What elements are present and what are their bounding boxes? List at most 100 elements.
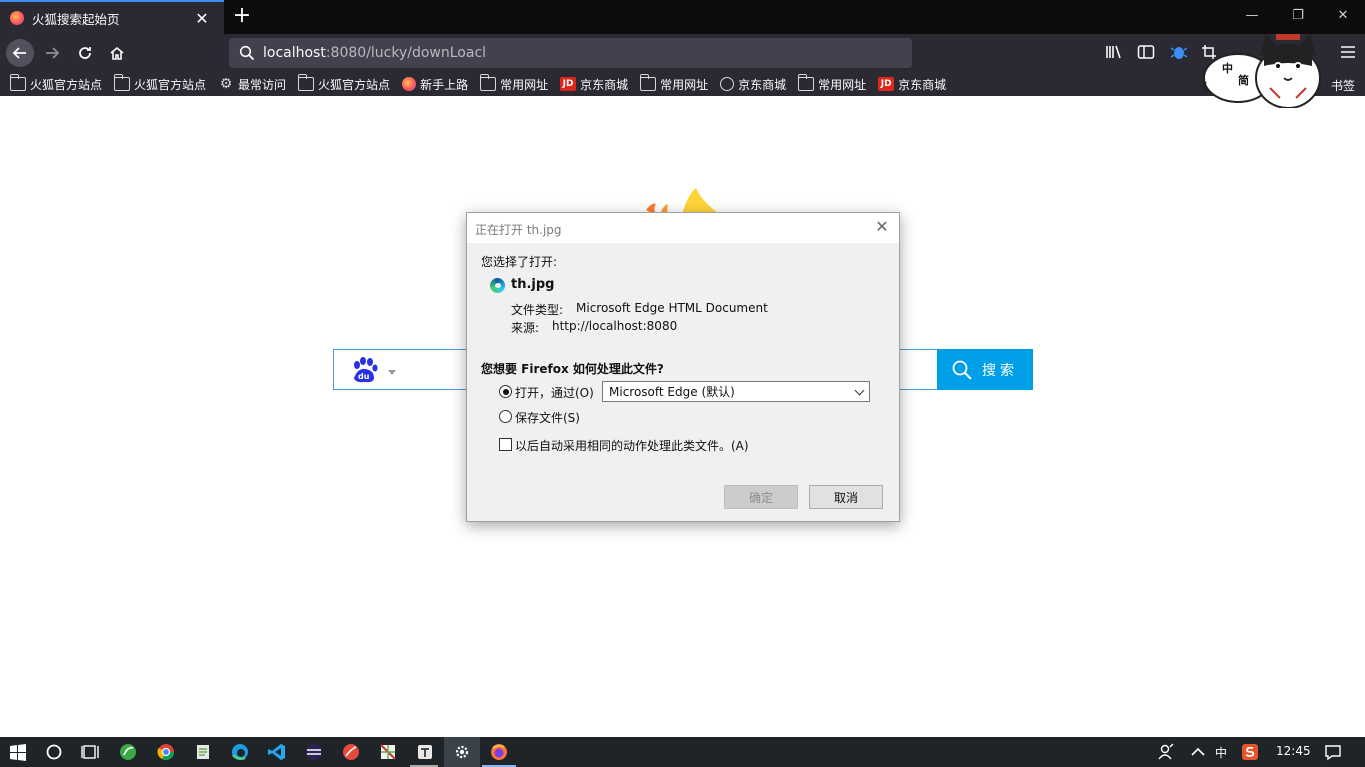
reload-icon [79, 47, 91, 59]
notification-icon[interactable] [1324, 743, 1342, 761]
dialog-titlebar[interactable]: 正在打开 th.jpg ✕ [467, 213, 899, 243]
folder-icon [479, 74, 497, 91]
source-value: http://localhost:8080 [552, 319, 678, 333]
cat-sticker-icon: 中 简 [1202, 34, 1321, 108]
sidebar-icon[interactable] [1136, 44, 1156, 62]
sogou-input-icon[interactable] [1241, 743, 1259, 761]
file-type-value: Microsoft Edge HTML Document [576, 301, 768, 315]
cancel-button[interactable]: 取消 [809, 485, 883, 509]
windows-start-icon[interactable] [9, 743, 27, 761]
forward-button[interactable] [38, 39, 66, 67]
vscode-icon[interactable] [268, 743, 286, 761]
tab-title: 火狐搜索起始页 [32, 11, 120, 27]
folder-icon [9, 74, 26, 91]
app-grid-icon[interactable] [379, 743, 397, 761]
app-ball-icon[interactable] [342, 743, 360, 761]
ime-indicator[interactable]: 中 [1215, 744, 1227, 761]
bookmark-item[interactable]: 火狐官方站点 [113, 74, 206, 93]
save-file-label[interactable]: 保存文件(S) [515, 409, 580, 426]
bookmark-item[interactable]: 常用网址 [479, 74, 548, 93]
ok-button[interactable]: 确定 [724, 485, 798, 509]
firefox-icon [10, 11, 24, 25]
dialog-close-icon[interactable]: ✕ [873, 218, 891, 236]
bookmark-item[interactable]: 火狐官方站点 [9, 74, 102, 93]
search-icon [952, 360, 972, 380]
auto-action-label[interactable]: 以后自动采用相同的动作处理此类文件。(A) [515, 437, 749, 454]
tray-chevron-up-icon[interactable] [1189, 743, 1207, 761]
file-name: th.jpg [511, 277, 555, 292]
bookmark-item[interactable]: ⚙ 最常访问 [218, 76, 286, 93]
folder-icon [113, 74, 131, 91]
task-view-icon[interactable] [81, 743, 99, 761]
open-with-label[interactable]: 打开，通过(O) [515, 384, 594, 401]
chrome-icon[interactable] [157, 743, 175, 761]
bookmark-item[interactable]: 京东商城 [720, 76, 786, 93]
back-button[interactable] [6, 39, 34, 67]
url-bar[interactable]: localhost:8080/lucky/downLoacl [229, 38, 912, 68]
edge-icon[interactable] [231, 743, 249, 761]
source-label: 来源: [511, 321, 540, 335]
home-icon [110, 46, 124, 60]
baidu-paw-icon[interactable]: du [350, 356, 378, 384]
browser-chrome: 火狐搜索起始页 ✕ + — ❐ ✕ localhost:8080/lucky/d… [0, 0, 1365, 96]
new-tab-button[interactable]: + [231, 5, 253, 27]
tab-active[interactable]: 火狐搜索起始页 ✕ [0, 0, 224, 34]
folder-icon [797, 74, 815, 91]
eclipse-icon[interactable] [305, 743, 323, 761]
folder-icon [639, 74, 657, 91]
dialog-title: 正在打开 th.jpg [475, 223, 562, 237]
sticker-char-2: 简 [1238, 73, 1249, 87]
chevron-down-icon [854, 385, 865, 396]
jd-icon: JD [560, 77, 577, 91]
open-with-select-value: Microsoft Edge (默认) [609, 385, 735, 399]
bookmark-item[interactable]: 火狐官方站点 [297, 74, 390, 93]
app-leaf-icon[interactable] [119, 743, 137, 761]
extension-bug-icon[interactable] [1169, 44, 1189, 62]
back-arrow-icon [12, 47, 26, 59]
open-with-select[interactable]: Microsoft Edge (默认) [602, 381, 870, 402]
other-bookmarks[interactable]: 书签 [1331, 77, 1355, 94]
svg-text:du: du [358, 372, 370, 381]
windows-taskbar: 中 12:45 [0, 737, 1365, 767]
handle-question: 您想要 Firefox 如何处理此文件? [481, 362, 664, 376]
bookmark-item[interactable]: JD 京东商城 [560, 76, 628, 93]
auto-action-checkbox[interactable] [499, 438, 512, 451]
open-file-dialog: 正在打开 th.jpg ✕ 您选择了打开: th.jpg 文件类型: Micro… [466, 212, 900, 522]
clock[interactable]: 12:45 [1276, 744, 1311, 758]
globe-icon [720, 77, 735, 91]
nav-bar: localhost:8080/lucky/downLoacl [0, 34, 1365, 72]
cortana-icon[interactable] [45, 743, 63, 761]
engine-dropdown-arrow-icon[interactable] [388, 370, 396, 375]
file-type-label: 文件类型: [511, 303, 564, 317]
firefox-icon [402, 77, 417, 91]
forward-arrow-icon [46, 47, 60, 59]
edge-icon [490, 278, 505, 293]
firefox-icon[interactable] [490, 743, 508, 761]
typora-icon[interactable] [416, 743, 434, 761]
open-with-radio[interactable] [499, 385, 512, 398]
search-button[interactable]: 搜索 [937, 349, 1033, 390]
tab-close-icon[interactable]: ✕ [192, 9, 212, 28]
people-icon[interactable] [1158, 743, 1176, 761]
bookmark-item[interactable]: 常用网址 [797, 74, 866, 93]
bookmarks-toolbar: 火狐官方站点 火狐官方站点 ⚙ 最常访问 火狐官方站点 新手上路 常用网址 JD 京… [0, 72, 1365, 96]
menu-icon[interactable] [1338, 44, 1358, 62]
minimize-button[interactable]: — [1242, 6, 1262, 26]
bookmark-item[interactable]: 常用网址 [639, 74, 708, 93]
restore-button[interactable]: ❐ [1288, 6, 1308, 26]
dialog-intro: 您选择了打开: [481, 255, 558, 269]
settings-gear-icon[interactable] [453, 743, 471, 761]
library-icon[interactable] [1104, 44, 1124, 62]
save-file-radio[interactable] [499, 410, 512, 423]
sticker-char-1: 中 [1222, 61, 1233, 75]
tab-bar: 火狐搜索起始页 ✕ + — ❐ ✕ [0, 0, 1365, 34]
reload-button[interactable] [71, 39, 99, 67]
notepad-icon[interactable] [194, 743, 212, 761]
close-window-button[interactable]: ✕ [1333, 6, 1353, 26]
url-text: localhost:8080/lucky/downLoacl [263, 45, 487, 61]
bookmark-item[interactable]: 新手上路 [402, 76, 468, 93]
home-button[interactable] [103, 39, 131, 67]
folder-icon [297, 74, 315, 91]
jd-icon: JD [878, 77, 895, 91]
bookmark-item[interactable]: JD 京东商城 [878, 76, 946, 93]
